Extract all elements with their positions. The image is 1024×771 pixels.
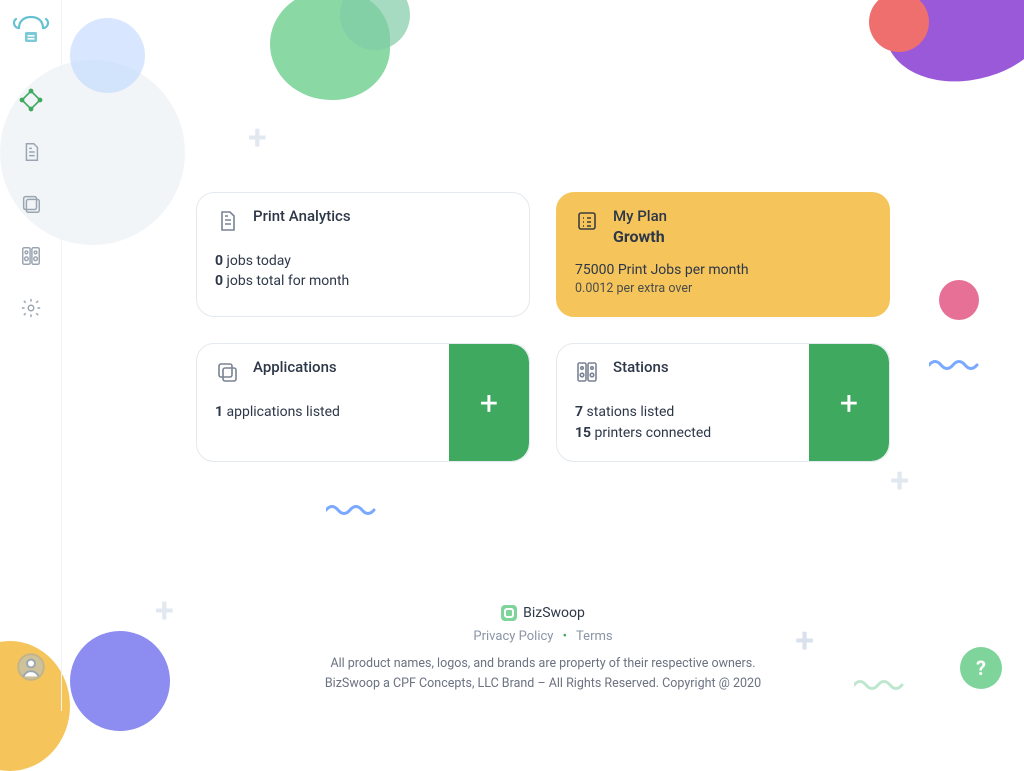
- plan-name: Growth: [613, 227, 667, 246]
- card-title: Print Analytics: [253, 207, 351, 225]
- analytics-today-count: 0: [215, 253, 223, 269]
- card-title: Stations: [613, 358, 669, 376]
- footer-line1: All product names, logos, and brands are…: [62, 654, 1024, 673]
- card-print-analytics[interactable]: Print Analytics 0 jobs today 0 jobs tota…: [196, 192, 530, 317]
- printers-count: 15: [575, 425, 591, 441]
- stations-count: 7: [575, 404, 583, 420]
- stations-label: stations listed: [583, 404, 674, 420]
- plan-extra: 0.0012 per extra over: [575, 280, 871, 298]
- card-applications[interactable]: Applications 1 applications listed +: [196, 343, 530, 462]
- plan-icon: [575, 209, 599, 237]
- sidebar: [0, 0, 62, 711]
- nav-stations[interactable]: [13, 238, 49, 274]
- nav-documents[interactable]: [13, 134, 49, 170]
- separator: •: [563, 629, 567, 644]
- analytics-icon: [215, 209, 239, 237]
- card-my-plan[interactable]: My Plan Growth 75000 Print Jobs per mont…: [556, 192, 890, 317]
- help-button[interactable]: ?: [960, 647, 1002, 689]
- plan-limit: 75000 Print Jobs per month: [575, 260, 871, 280]
- main: Print Analytics 0 jobs today 0 jobs tota…: [62, 0, 1024, 711]
- nav-account[interactable]: [13, 649, 49, 685]
- brand-icon: [501, 605, 517, 621]
- analytics-month-label: jobs total for month: [223, 273, 349, 289]
- help-icon: ?: [976, 656, 986, 680]
- plus-icon: +: [480, 384, 498, 422]
- add-application-button[interactable]: +: [449, 344, 529, 461]
- footer-brand[interactable]: BizSwoop: [501, 605, 585, 621]
- footer-line2: BizSwoop a CPF Concepts, LLC Brand – All…: [62, 674, 1024, 693]
- brand-label: BizSwoop: [523, 605, 585, 621]
- nav-applications[interactable]: [13, 186, 49, 222]
- logo[interactable]: [7, 4, 55, 52]
- privacy-link[interactable]: Privacy Policy: [473, 629, 553, 644]
- add-station-button[interactable]: +: [809, 344, 889, 461]
- apps-label: applications listed: [223, 404, 340, 420]
- card-title: Applications: [253, 358, 337, 376]
- printers-label: printers connected: [591, 425, 711, 441]
- apps-count: 1: [215, 404, 223, 420]
- terms-link[interactable]: Terms: [576, 629, 613, 644]
- nav-settings[interactable]: [13, 290, 49, 326]
- footer: BizSwoop Privacy Policy • Terms All prod…: [62, 605, 1024, 693]
- analytics-today-label: jobs today: [223, 253, 291, 269]
- card-stations[interactable]: Stations 7 stations listed 15 printers c…: [556, 343, 890, 462]
- stations-icon: [575, 360, 599, 388]
- applications-icon: [215, 360, 239, 388]
- plus-icon: +: [840, 384, 858, 422]
- nav-dashboard[interactable]: [13, 82, 49, 118]
- plan-title: My Plan: [613, 207, 667, 225]
- analytics-month-count: 0: [215, 273, 223, 289]
